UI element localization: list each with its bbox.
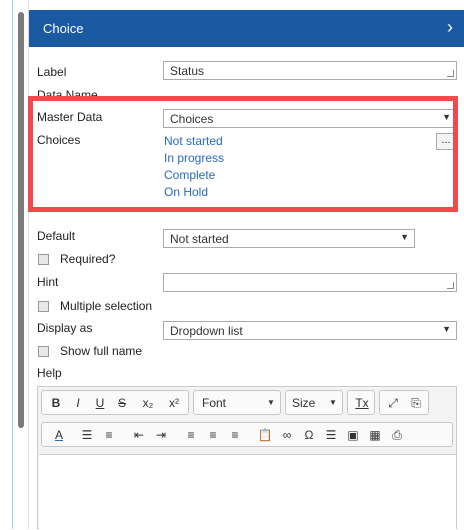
- subscript-button[interactable]: x₂: [138, 394, 158, 412]
- source-icon[interactable]: ⎘: [407, 394, 425, 412]
- numbered-list-icon[interactable]: ☰: [78, 426, 96, 444]
- multiple-selection-label: Multiple selection: [60, 299, 153, 313]
- left-frame: [0, 0, 13, 529]
- master-data-select[interactable]: Choices ▼: [163, 109, 457, 128]
- default-value: Not started: [170, 232, 229, 246]
- font-label: Font: [202, 396, 227, 410]
- editor-toolbar-2: A ☰ ≡ ⇤ ⇥ ≡ ≡ ≡ 📋 ∞ Ω ☰ ▣ ▦ ⎙: [38, 419, 458, 449]
- editor-toolbar-1: B I U S x₂ x² Font ▼ Size ▼ Tx ⤢ ⎘: [38, 387, 458, 417]
- formatting-group: A ☰ ≡ ⇤ ⇥ ≡ ≡ ≡ 📋 ∞ Ω ☰ ▣ ▦ ⎙: [41, 422, 453, 447]
- clear-format-group: Tx: [347, 390, 375, 415]
- hint-label: Hint: [37, 275, 59, 289]
- underline-button[interactable]: U: [92, 394, 108, 412]
- special-char-icon[interactable]: Ω: [300, 426, 318, 444]
- hint-field[interactable]: [163, 273, 457, 292]
- bulleted-list-icon[interactable]: ≡: [100, 426, 118, 444]
- indent-icon[interactable]: ⇥: [152, 426, 170, 444]
- text-color-button[interactable]: A: [48, 426, 70, 444]
- data-name-label: Data Name: [37, 88, 98, 102]
- default-select[interactable]: Not started ▼: [163, 229, 415, 248]
- panel-title: Choice: [43, 21, 84, 36]
- image-icon[interactable]: ▣: [344, 426, 362, 444]
- show-full-name-label: Show full name: [60, 344, 143, 358]
- label-field-value: Status: [170, 64, 205, 78]
- help-label: Help: [37, 366, 62, 380]
- dropdown-arrow-icon: ▼: [442, 324, 451, 334]
- editor-content-area[interactable]: [39, 454, 456, 530]
- size-dropdown[interactable]: Size ▼: [285, 390, 343, 415]
- outdent-icon[interactable]: ⇤: [130, 426, 148, 444]
- choices-label: Choices: [37, 133, 81, 147]
- required-label: Required?: [60, 252, 116, 266]
- choice-item[interactable]: Complete: [164, 168, 215, 182]
- choice-item[interactable]: Not started: [164, 134, 223, 148]
- display-as-value: Dropdown list: [170, 324, 243, 338]
- print-icon[interactable]: ⎙: [388, 426, 406, 444]
- choice-item[interactable]: On Hold: [164, 185, 208, 199]
- paste-icon[interactable]: 📋: [256, 426, 274, 444]
- text-style-group: B I U S x₂ x²: [41, 390, 189, 415]
- size-label: Size: [292, 396, 316, 410]
- table-icon[interactable]: ▦: [366, 426, 384, 444]
- choice-item[interactable]: In progress: [164, 151, 224, 165]
- bold-button[interactable]: B: [48, 394, 64, 412]
- dropdown-arrow-icon: ▼: [329, 398, 337, 407]
- font-dropdown[interactable]: Font ▼: [193, 390, 281, 415]
- italic-button[interactable]: I: [70, 394, 86, 412]
- align-left-icon[interactable]: ≡: [182, 426, 200, 444]
- master-data-label: Master Data: [37, 110, 103, 124]
- master-data-value: Choices: [170, 112, 214, 126]
- align-center-icon[interactable]: ≡: [204, 426, 222, 444]
- chevron-right-icon[interactable]: ›: [447, 18, 453, 36]
- multiple-selection-checkbox[interactable]: [38, 301, 49, 312]
- dropdown-arrow-icon: ▼: [267, 398, 275, 407]
- display-as-label: Display as: [37, 321, 93, 335]
- show-full-name-checkbox[interactable]: [38, 346, 49, 357]
- required-checkbox[interactable]: [38, 254, 49, 265]
- horizontal-line-icon[interactable]: ☰: [322, 426, 340, 444]
- view-group: ⤢ ⎘: [379, 390, 429, 415]
- link-icon[interactable]: ∞: [278, 426, 296, 444]
- dropdown-arrow-icon: ▼: [442, 112, 451, 122]
- align-right-icon[interactable]: ≡: [226, 426, 244, 444]
- label-field[interactable]: Status: [163, 61, 457, 80]
- panel-header: Choice ›: [29, 10, 464, 47]
- help-editor: B I U S x₂ x² Font ▼ Size ▼ Tx ⤢ ⎘ A ☰ ≡…: [37, 386, 458, 530]
- edit-choices-button[interactable]: ...: [436, 133, 456, 150]
- label-label: Label: [37, 65, 67, 79]
- scrollbar-thumb[interactable]: [18, 12, 24, 428]
- default-label: Default: [37, 229, 76, 243]
- clear-format-button[interactable]: Tx: [352, 394, 372, 412]
- display-as-select[interactable]: Dropdown list ▼: [163, 321, 457, 340]
- dropdown-arrow-icon: ▼: [400, 232, 409, 242]
- superscript-button[interactable]: x²: [164, 394, 184, 412]
- maximize-icon[interactable]: ⤢: [384, 394, 402, 412]
- strikethrough-button[interactable]: S: [114, 394, 130, 412]
